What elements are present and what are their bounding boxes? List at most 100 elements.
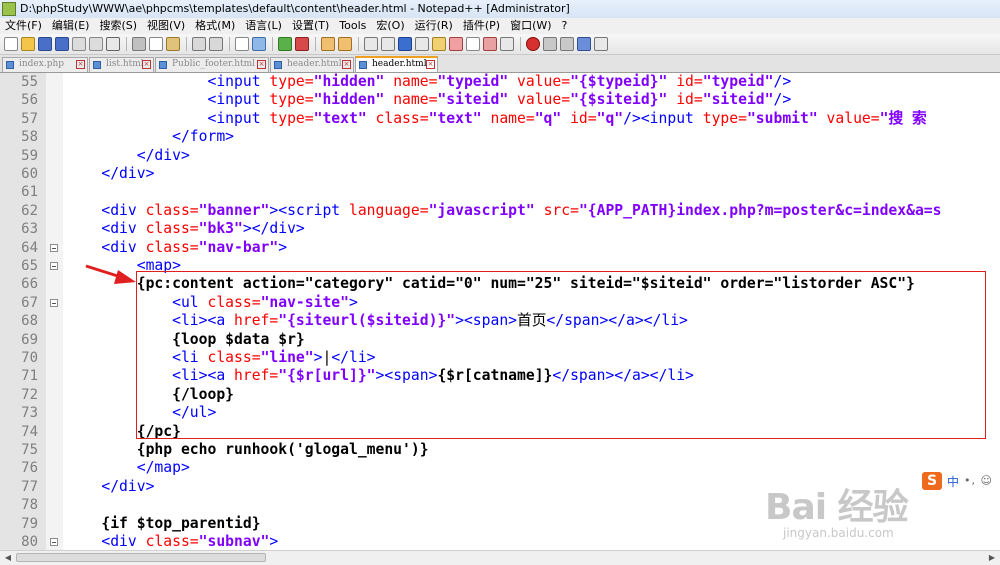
toolbar-separator <box>126 37 127 51</box>
menu-settings[interactable]: 设置(T) <box>287 18 334 34</box>
replace-icon[interactable] <box>252 37 266 51</box>
code-line[interactable]: 64 <div class="nav-bar"> <box>0 239 1000 257</box>
menu-window[interactable]: 窗口(W) <box>505 18 556 34</box>
menu-tools[interactable]: Tools <box>334 18 371 34</box>
horizontal-scrollbar[interactable]: ◀ ▶ <box>0 550 1000 565</box>
tab-list-html[interactable]: list.html × <box>89 57 154 72</box>
fold-toggle-icon[interactable] <box>50 538 58 546</box>
scroll-right-icon[interactable]: ▶ <box>986 553 998 563</box>
code-token: <input <box>207 109 270 127</box>
code-line[interactable]: 58 </form> <box>0 128 1000 146</box>
toolbar-separator <box>272 37 273 51</box>
code-token: type= <box>269 91 314 109</box>
copy-icon[interactable] <box>149 37 163 51</box>
tab-close-icon[interactable]: × <box>426 60 435 69</box>
code-line[interactable]: 55 <input type="hidden" name="typeid" va… <box>0 73 1000 91</box>
new-file-icon[interactable] <box>4 37 18 51</box>
code-token: "siteid" <box>437 91 509 109</box>
scroll-left-icon[interactable]: ◀ <box>2 553 14 563</box>
cut-icon[interactable] <box>132 37 146 51</box>
record-macro-icon[interactable] <box>526 37 540 51</box>
line-number: 64 <box>21 239 38 256</box>
close-all-icon[interactable] <box>89 37 103 51</box>
find-icon[interactable] <box>235 37 249 51</box>
save-all-icon[interactable] <box>55 37 69 51</box>
code-line[interactable]: 61 <box>0 183 1000 201</box>
mail-icon[interactable] <box>483 37 497 51</box>
scrollbar-thumb[interactable] <box>16 553 266 562</box>
word-wrap-icon[interactable] <box>364 37 378 51</box>
tab-header-html-active[interactable]: header.html × <box>355 56 438 72</box>
code-token: "javascript" <box>428 201 535 219</box>
line-number: 61 <box>21 184 38 201</box>
line-number: 67 <box>21 294 38 311</box>
code-line[interactable]: 56 <input type="hidden" name="siteid" va… <box>0 91 1000 109</box>
zoom-out-icon[interactable] <box>295 37 309 51</box>
tab-close-icon[interactable]: × <box>76 60 85 69</box>
folder-workspace-icon[interactable] <box>449 37 463 51</box>
toolbar-separator <box>358 37 359 51</box>
print-icon[interactable] <box>106 37 120 51</box>
zoom-in-icon[interactable] <box>278 37 292 51</box>
doc-map-icon[interactable] <box>415 37 429 51</box>
fold-toggle-icon[interactable] <box>50 298 58 307</box>
baidu-jingyan-watermark: Bai 经验 jingyan.baidu.com <box>765 478 985 548</box>
menu-macro[interactable]: 宏(O) <box>371 18 409 34</box>
save-macro-icon[interactable] <box>594 37 608 51</box>
tab-close-icon[interactable]: × <box>142 60 151 69</box>
sync-vertical-icon[interactable] <box>321 37 335 51</box>
code-line[interactable]: 60 </div> <box>0 165 1000 183</box>
code-text: <input type="hidden" name="siteid" value… <box>66 91 791 109</box>
code-line[interactable]: 62 <div class="banner"><script language=… <box>0 202 1000 220</box>
notepadpp-app-icon[interactable] <box>2 2 16 16</box>
monitoring-icon[interactable] <box>466 37 480 51</box>
undo-icon[interactable] <box>192 37 206 51</box>
view-icon[interactable] <box>500 37 514 51</box>
menu-format[interactable]: 格式(M) <box>190 18 240 34</box>
line-number: 66 <box>21 276 38 293</box>
code-line[interactable]: 75 {php echo runhook('glogal_menu')} <box>0 441 1000 459</box>
close-icon[interactable] <box>72 37 86 51</box>
code-token: type= <box>702 109 747 127</box>
redo-icon[interactable] <box>209 37 223 51</box>
menu-plugins[interactable]: 插件(P) <box>458 18 505 34</box>
code-token: value= <box>826 109 880 127</box>
file-icon <box>93 61 101 69</box>
menu-edit[interactable]: 编辑(E) <box>47 18 95 34</box>
code-token: </div> <box>136 146 190 164</box>
code-token: "q" <box>534 109 562 127</box>
code-line[interactable]: 63 <div class="bk3"></div> <box>0 220 1000 238</box>
tab-header-html[interactable]: header.html × <box>270 57 354 72</box>
red-arrow-annotation <box>85 264 136 284</box>
open-file-icon[interactable] <box>21 37 35 51</box>
tab-close-icon[interactable]: × <box>342 60 351 69</box>
menu-search[interactable]: 搜索(S) <box>94 18 142 34</box>
menu-view[interactable]: 视图(V) <box>142 18 190 34</box>
code-line[interactable]: 59 </div> <box>0 147 1000 165</box>
run-macro-multiple-icon[interactable] <box>577 37 591 51</box>
code-text: </div> <box>66 165 154 183</box>
menu-run[interactable]: 运行(R) <box>410 18 458 34</box>
tab-index-php[interactable]: index.php × <box>2 57 88 72</box>
function-list-icon[interactable] <box>432 37 446 51</box>
tab-close-icon[interactable]: × <box>257 60 266 69</box>
fold-toggle-icon[interactable] <box>50 262 58 270</box>
code-line[interactable]: 76 </map> <box>0 459 1000 477</box>
sync-horizontal-icon[interactable] <box>338 37 352 51</box>
paste-icon[interactable] <box>166 37 180 51</box>
indent-guide-icon[interactable] <box>398 37 412 51</box>
menu-language[interactable]: 语言(L) <box>240 18 287 34</box>
menu-help[interactable]: ? <box>557 18 573 34</box>
show-all-chars-icon[interactable] <box>381 37 395 51</box>
code-line[interactable]: 57 <input type="text" class="text" name=… <box>0 110 1000 128</box>
tab-public-footer-html[interactable]: Public_footer.html × <box>155 57 269 72</box>
fold-toggle-icon[interactable] <box>50 243 58 252</box>
play-macro-icon[interactable] <box>560 37 574 51</box>
menu-file[interactable]: 文件(F) <box>0 18 47 34</box>
stop-macro-icon[interactable] <box>543 37 557 51</box>
save-icon[interactable] <box>38 37 52 51</box>
